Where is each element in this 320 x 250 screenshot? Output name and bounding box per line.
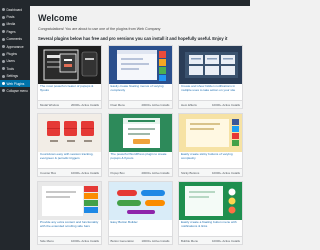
- sidebar-item-pages[interactable]: Pages: [0, 28, 30, 35]
- plugin-name: Counter Box: [40, 170, 57, 175]
- sidebar-item-plugins[interactable]: Plugins: [0, 50, 30, 57]
- plugin-footer: Side Menu 10000+ Active Installs: [38, 236, 101, 244]
- page-title: Welcome: [38, 13, 78, 23]
- sidebar-item-label: Dashboard: [6, 7, 23, 12]
- sidebar-item-settings[interactable]: Settings: [0, 73, 30, 80]
- sidebar-item-media[interactable]: Media: [0, 21, 30, 28]
- plugin-name: Hero Effects: [181, 102, 197, 107]
- sidebar-item-label: Plugins: [6, 52, 17, 57]
- plugin-installs: 20000+ Active Installs: [141, 102, 170, 107]
- plugin-banner-modal-window: [38, 46, 101, 84]
- sidebar-item-tools[interactable]: Tools: [0, 65, 30, 72]
- plugin-description: The powerful WordPress plugin to create …: [110, 152, 167, 160]
- plugin-grid: The most powerful creator of popups & fl…: [37, 45, 243, 245]
- page-subtitle: Congratulations! You are about to use on…: [38, 27, 161, 31]
- plugin-name: Side Menu: [40, 238, 54, 243]
- plugin-description: Easy Button Builder: [110, 220, 138, 224]
- plugin-footer: Bubble Menu 10000+ Active Installs: [179, 236, 242, 244]
- sidebar-item-label: Collapse menu: [6, 88, 28, 93]
- pin-icon: [2, 15, 5, 19]
- sidebar-item-label: Pages: [6, 29, 16, 34]
- plugin-name: Sticky Buttons: [181, 170, 200, 175]
- plugin-banner-button-generation: [108, 182, 172, 220]
- sidebar-item-collapse-menu[interactable]: Collapse menu: [0, 87, 30, 94]
- sidebar-item-dashboard[interactable]: Dashboard: [0, 6, 30, 13]
- sidebar-item-label: Appearance: [6, 44, 24, 49]
- plugin-card-sticky-buttons[interactable]: Easily create sticky buttons of varying …: [178, 113, 243, 177]
- plugin-card-side-menu[interactable]: Provide any extra content and functional…: [37, 181, 102, 245]
- sidebar-item-label: Settings: [6, 74, 19, 79]
- plugin-installs: 20000+ Active Installs: [141, 170, 170, 175]
- plugin-card-bubble-menu[interactable]: Easily create a floating button menu wit…: [178, 181, 243, 245]
- sidebar-item-label: Media: [6, 22, 16, 27]
- plugin-banner-popup-box: [108, 114, 172, 152]
- plugin-description: Countdown easy with session tracking, ev…: [40, 152, 94, 160]
- plugin-description: The most powerful creator of popups & fl…: [40, 84, 94, 92]
- plugin-card-float-menu[interactable]: Easily create floating menus of varying …: [107, 45, 173, 109]
- page-icon: [2, 30, 5, 34]
- plugin-footer: Sticky Buttons 10000+ Active Installs: [179, 168, 242, 176]
- plugin-name: Popup Box: [110, 170, 125, 175]
- plugin-banner-hero-effects: [179, 46, 242, 84]
- comment-icon: [2, 37, 5, 41]
- media-icon: [2, 22, 5, 26]
- plugin-description: Easily create floating menus of varying …: [110, 84, 164, 92]
- plugin-name: Bubble Menu: [181, 238, 199, 243]
- plugin-footer: Button Generation 10000+ Active Installs: [108, 236, 172, 244]
- sidebar-item-posts[interactable]: Posts: [0, 13, 30, 20]
- plugin-description: Easily create sticky buttons of varying …: [181, 152, 233, 160]
- plugin-footer: Hero Effects 10000+ Active Installs: [179, 100, 242, 108]
- plugin-footer: Counter Box 10000+ Active Installs: [38, 168, 101, 176]
- sidebar-item-appearance[interactable]: Appearance: [0, 43, 30, 50]
- plugin-installs: 10000+ Active Installs: [70, 238, 99, 243]
- plugin-name: Modal Window: [40, 102, 59, 107]
- plugin-card-popup-box[interactable]: The powerful WordPress plugin to create …: [107, 113, 173, 177]
- plugin-banner-sticky-buttons: [179, 114, 242, 152]
- user-icon: [2, 59, 5, 63]
- plugin-description: Create and show hidden notifications in …: [181, 84, 236, 92]
- sidebar-item-users[interactable]: Users: [0, 58, 30, 65]
- plugin-card-modal-window[interactable]: The most powerful creator of popups & fl…: [37, 45, 102, 109]
- sidebar-item-label: Users: [6, 59, 15, 64]
- wrench-icon: [2, 67, 5, 71]
- sidebar-item-label: Posts: [6, 15, 15, 20]
- plugin-installs: 20000+ Active Installs: [70, 102, 99, 107]
- sidebar-item-label: Comments: [6, 37, 22, 42]
- plugin-icon: [2, 52, 5, 56]
- collapse-icon: [2, 89, 5, 93]
- plugin-installs: 10000+ Active Installs: [211, 170, 240, 175]
- plugin-installs: 10000+ Active Installs: [141, 238, 170, 243]
- plugin-installs: 10000+ Active Installs: [70, 170, 99, 175]
- plugin-footer: Modal Window 20000+ Active Installs: [38, 100, 101, 108]
- plugin-name: Float Menu: [110, 102, 125, 107]
- plugin-icon: [2, 82, 5, 86]
- plugin-banner-counter-box: [38, 114, 101, 152]
- plugin-name: Button Generation: [110, 238, 134, 243]
- main-content: Welcome Congratulations! You are about t…: [30, 6, 250, 250]
- admin-sidebar: Dashboard Posts Media Pages Comments App…: [0, 6, 30, 250]
- plugin-installs: 10000+ Active Installs: [211, 238, 240, 243]
- plugin-description: Easily create a floating button menu wit…: [181, 220, 237, 228]
- plugin-footer: Popup Box 20000+ Active Installs: [108, 168, 172, 176]
- brush-icon: [2, 45, 5, 49]
- plugin-card-hero-effects[interactable]: Create and show hidden notifications in …: [178, 45, 243, 109]
- sidebar-item-web-plugins[interactable]: Web Plugins: [0, 79, 30, 88]
- sidebar-item-label: Tools: [6, 66, 14, 71]
- settings-icon: [2, 74, 5, 78]
- plugin-card-counter-box[interactable]: Countdown easy with session tracking, ev…: [37, 113, 102, 177]
- plugin-card-button-generation[interactable]: Easy Button Builder Button Generation 10…: [107, 181, 173, 245]
- plugin-banner-float-menu: [108, 46, 172, 84]
- plugin-description: Provide any extra content and functional…: [40, 220, 99, 228]
- dashboard-icon: [2, 8, 5, 12]
- plugin-banner-side-menu: [38, 182, 101, 220]
- plugin-footer: Float Menu 20000+ Active Installs: [108, 100, 172, 108]
- plugin-banner-bubble-menu: [179, 182, 242, 220]
- sidebar-item-label: Web Plugins: [6, 81, 25, 86]
- plugin-installs: 10000+ Active Installs: [211, 102, 240, 107]
- intro-text: Several plugins below has free and pro v…: [38, 36, 228, 41]
- sidebar-item-comments[interactable]: Comments: [0, 36, 30, 43]
